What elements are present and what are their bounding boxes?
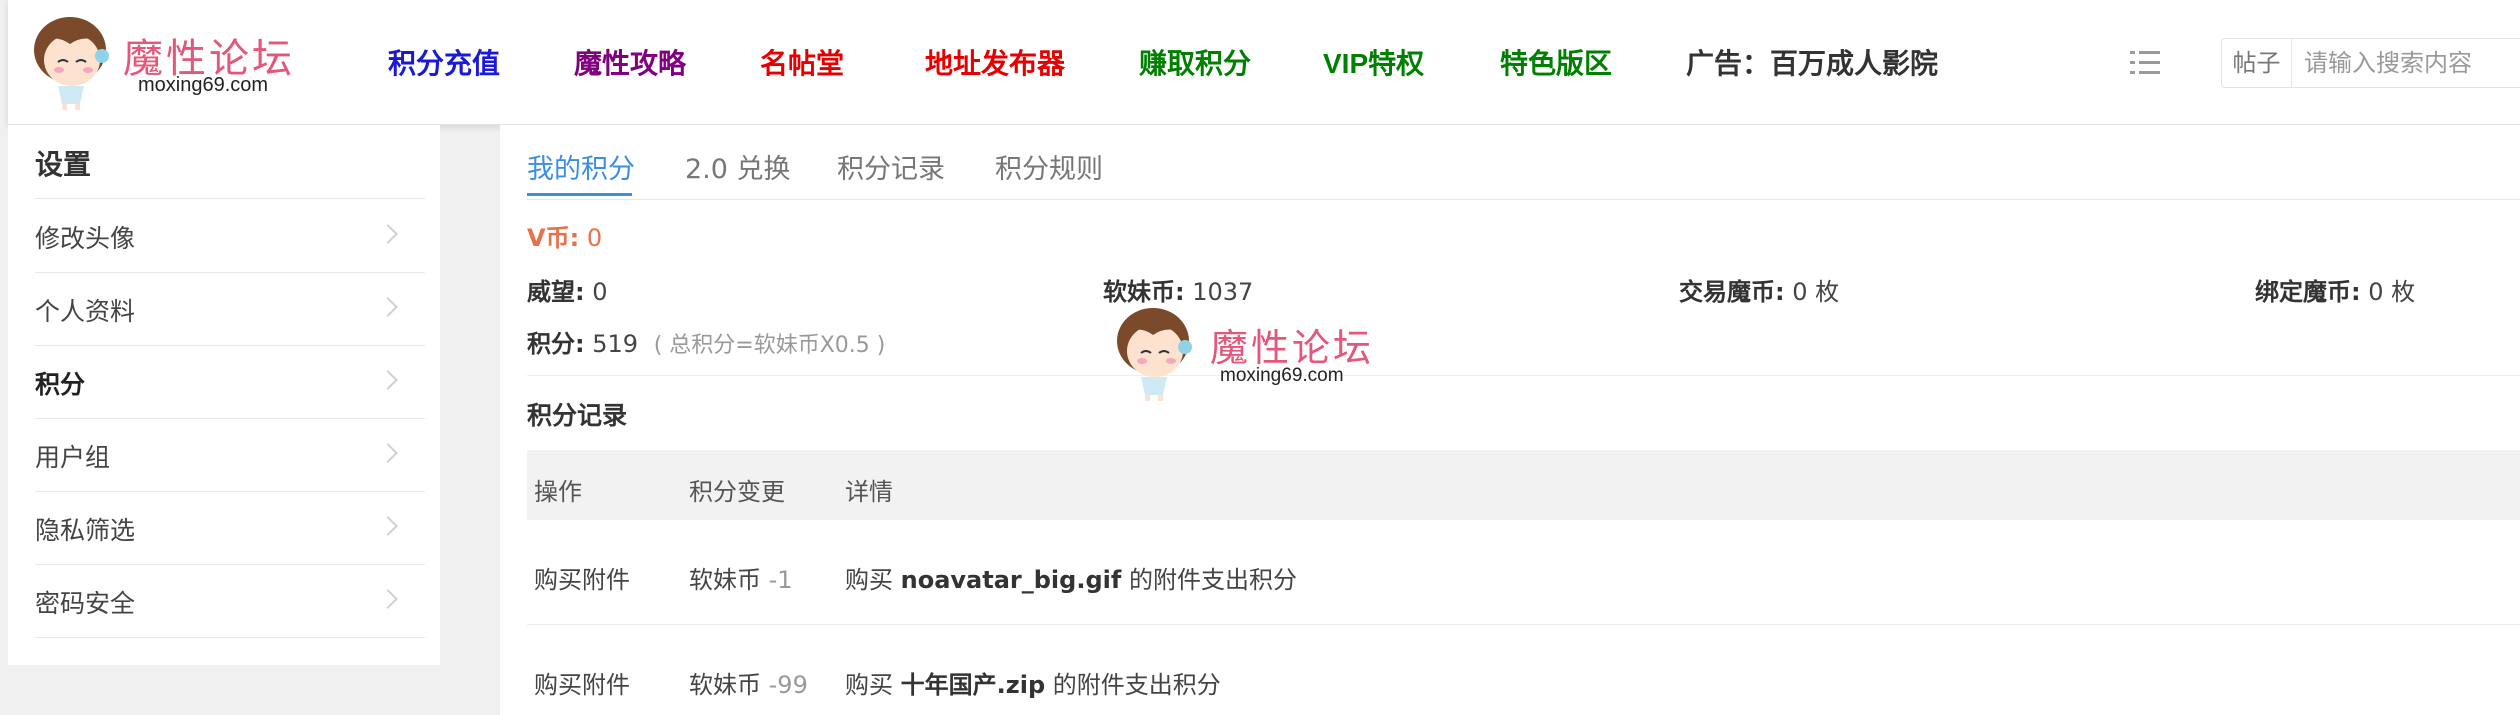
total-points: 积分: 519 ( 总积分=软妹币X0.5 ) xyxy=(527,324,885,359)
row-action: 购买附件 xyxy=(534,566,630,594)
column-header: 详情 xyxy=(845,478,893,506)
points-label: 积分: xyxy=(527,330,585,358)
tab-exchange[interactable]: 2.0 兑换 xyxy=(685,147,791,186)
tab-points-rules[interactable]: 积分规则 xyxy=(995,147,1103,186)
table-header: 操作 积分变更 详情 xyxy=(527,450,2520,520)
main-panel: 我的积分 2.0 兑换 积分记录 积分规则 V币: 0 威望: 0 软妹币: 1… xyxy=(500,125,2520,715)
nav-earn-points[interactable]: 赚取积分 xyxy=(1139,44,1251,84)
table-row: 购买附件 软妹币 -99 购买 十年国产.zip 的附件支出积分 xyxy=(527,625,2520,715)
row-currency: 软妹币 xyxy=(689,566,761,594)
vcoin-balance: V币: 0 xyxy=(527,218,602,253)
section-divider xyxy=(527,375,2520,376)
nav-ad[interactable]: 广告：百万成人影院 xyxy=(1686,44,1938,84)
chevron-right-icon xyxy=(378,443,398,463)
settings-sidebar: 设置 修改头像 个人资料 积分 用户组 隐私筛选 密码安全 xyxy=(8,125,440,665)
sidebar-item-label: 密码安全 xyxy=(35,589,136,618)
nav-guide[interactable]: 魔性攻略 xyxy=(574,44,686,84)
nav-hall-of-fame[interactable]: 名帖堂 xyxy=(760,44,844,84)
detail-suffix: 的附件支出积分 xyxy=(1128,566,1297,594)
mascot-icon xyxy=(34,17,109,110)
logo-domain: moxing69.com xyxy=(138,74,269,96)
site-logo[interactable]: 魔性论坛 moxing69.com xyxy=(28,12,308,112)
watermark-domain: moxing69.com xyxy=(1220,365,1344,386)
watermark-title: 魔性论坛 xyxy=(1210,326,1375,370)
sidebar-item-privacy[interactable]: 隐私筛选 xyxy=(35,491,425,564)
row-amount: -1 xyxy=(768,566,793,594)
stat-trade-coin: 交易魔币: 0 枚 xyxy=(1679,272,1839,307)
sidebar-item-points[interactable]: 积分 xyxy=(35,345,425,418)
vcoin-label: V币: xyxy=(527,224,580,252)
table-row: 购买附件 软妹币 -1 购买 noavatar_big.gif 的附件支出积分 xyxy=(527,520,2520,625)
nav-featured-boards[interactable]: 特色版区 xyxy=(1500,44,1612,84)
attachment-link[interactable]: 十年国产.zip xyxy=(901,671,1046,699)
sidebar-title: 设置 xyxy=(35,148,92,181)
points-tabs: 我的积分 2.0 兑换 积分记录 积分规则 xyxy=(527,125,2520,200)
list-icon[interactable] xyxy=(2128,46,2162,80)
nav-address-publisher[interactable]: 地址发布器 xyxy=(925,44,1065,84)
stat-label: 威望: xyxy=(527,278,585,306)
column-header: 操作 xyxy=(534,478,582,506)
row-change: 软妹币 -99 xyxy=(689,665,808,700)
tab-my-points[interactable]: 我的积分 xyxy=(527,147,635,186)
detail-suffix: 的附件支出积分 xyxy=(1052,671,1221,699)
attachment-link[interactable]: noavatar_big.gif xyxy=(901,566,1122,594)
stat-value: 0 xyxy=(592,278,608,306)
sidebar-item-label: 隐私筛选 xyxy=(35,516,136,545)
active-tab-indicator xyxy=(527,193,632,196)
stat-label: 交易魔币: xyxy=(1679,278,1785,306)
sidebar-item-security[interactable]: 密码安全 xyxy=(35,564,425,637)
stat-softcoin: 软妹币: 1037 xyxy=(1103,272,1253,307)
stat-bound-coin: 绑定魔币: 0 枚 xyxy=(2255,272,2415,307)
stat-value: 0 枚 xyxy=(2368,278,2416,306)
column-header: 积分变更 xyxy=(689,478,785,506)
sidebar-item-label: 积分 xyxy=(35,370,86,399)
row-change: 软妹币 -1 xyxy=(689,560,793,595)
nav-vip[interactable]: VIP特权 xyxy=(1323,44,1424,84)
sidebar-item-label: 修改头像 xyxy=(35,224,136,253)
chevron-right-icon xyxy=(378,370,398,390)
chevron-right-icon xyxy=(378,297,398,317)
sidebar-item-label: 个人资料 xyxy=(35,297,136,326)
nav-points-recharge[interactable]: 积分充值 xyxy=(388,44,500,84)
points-value: 519 xyxy=(592,330,639,358)
search-input[interactable] xyxy=(2294,43,2520,83)
detail-prefix: 购买 xyxy=(845,566,893,594)
tab-points-log[interactable]: 积分记录 xyxy=(837,147,945,186)
mascot-icon xyxy=(1117,308,1192,401)
sidebar-divider xyxy=(35,637,425,638)
stat-value: 0 枚 xyxy=(1792,278,1840,306)
stat-label: 绑定魔币: xyxy=(2255,278,2361,306)
search-bar: 帖子 xyxy=(2221,38,2520,88)
row-amount: -99 xyxy=(768,671,808,699)
stat-prestige: 威望: 0 xyxy=(527,272,608,307)
points-formula: ( 总积分=软妹币X0.5 ) xyxy=(653,333,886,358)
sidebar-item-avatar[interactable]: 修改头像 xyxy=(35,199,425,272)
row-currency: 软妹币 xyxy=(689,671,761,699)
vcoin-value: 0 xyxy=(586,224,603,252)
row-detail: 购买 noavatar_big.gif 的附件支出积分 xyxy=(845,560,1297,595)
top-header: 魔性论坛 moxing69.com 积分充值 魔性攻略 名帖堂 地址发布器 赚取… xyxy=(8,0,2520,125)
watermark: 魔性论坛 moxing69.com xyxy=(1110,303,1390,403)
sidebar-item-profile[interactable]: 个人资料 xyxy=(35,272,425,345)
search-type-select[interactable]: 帖子 xyxy=(2222,39,2292,87)
chevron-right-icon xyxy=(378,224,398,244)
row-detail: 购买 十年国产.zip 的附件支出积分 xyxy=(845,665,1221,700)
stat-label: 软妹币: xyxy=(1103,278,1185,306)
records-title: 积分记录 xyxy=(527,401,628,430)
chevron-right-icon xyxy=(378,516,398,536)
stat-value: 1037 xyxy=(1192,278,1254,306)
sidebar-item-usergroup[interactable]: 用户组 xyxy=(35,418,425,491)
sidebar-item-label: 用户组 xyxy=(35,443,111,472)
chevron-right-icon xyxy=(378,589,398,609)
detail-prefix: 购买 xyxy=(845,671,893,699)
row-action: 购买附件 xyxy=(534,671,630,699)
